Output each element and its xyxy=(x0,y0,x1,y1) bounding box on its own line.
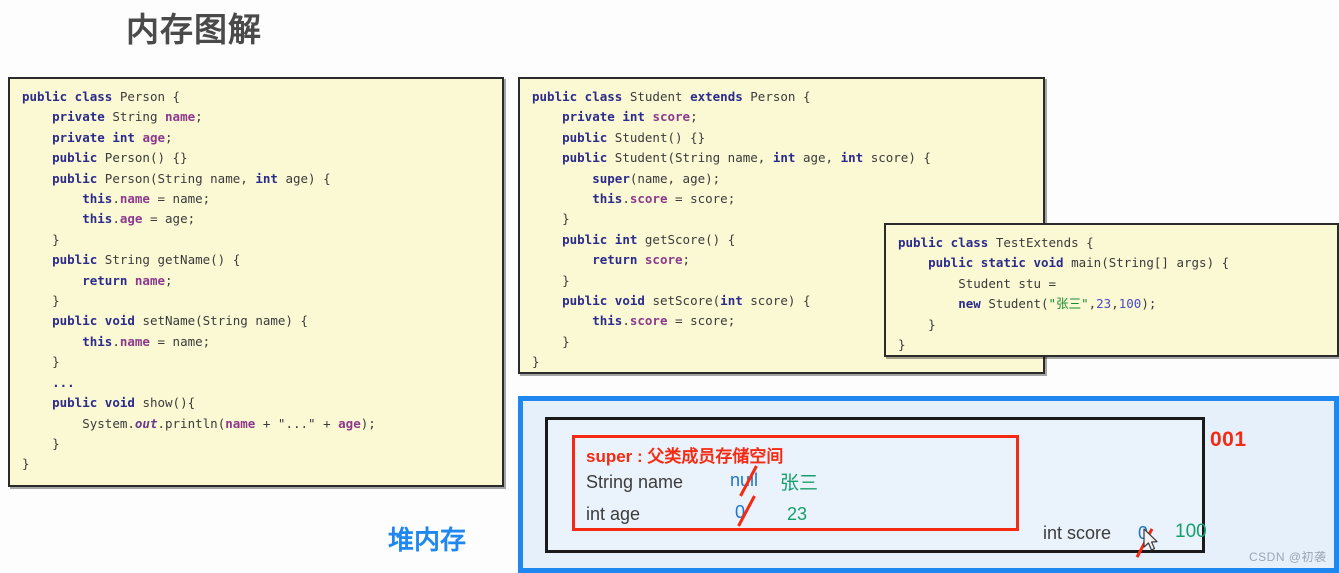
heap-memory-box: 001 super : 父类成员存储空间 String name null 张三… xyxy=(518,396,1339,573)
code-person: public class Person { private String nam… xyxy=(22,89,376,472)
code-test: public class TestExtends { public static… xyxy=(898,235,1230,353)
field-row-age: int age xyxy=(586,504,641,524)
field-name-new-value: 张三 xyxy=(780,473,819,494)
csdn-watermark: CSDN @初袭 xyxy=(1249,550,1327,564)
student-object-box: super : 父类成员存储空间 String name null 张三 int… xyxy=(545,417,1207,558)
code-panel-person: public class Person { private String nam… xyxy=(8,77,504,487)
field-score-new-value: 100 xyxy=(1175,521,1207,542)
object-address-label: 001 xyxy=(1210,428,1247,451)
field-age-new-value: 23 xyxy=(787,504,808,524)
super-region-title: super : 父类成员存储空间 xyxy=(586,447,784,466)
code-panel-test: public class TestExtends { public static… xyxy=(884,223,1339,357)
heap-memory-label: 堆内存 xyxy=(388,525,467,555)
field-row-name: String name xyxy=(586,472,684,492)
super-region-box: super : 父类成员存储空间 String name null 张三 int… xyxy=(572,435,1019,531)
field-row-score-group: int score 0 100 xyxy=(1043,517,1223,559)
slide-canvas: 内存图解 public class Person { private Strin… xyxy=(0,0,1339,573)
page-title: 内存图解 xyxy=(126,11,262,48)
field-row-score: int score xyxy=(1043,523,1112,543)
